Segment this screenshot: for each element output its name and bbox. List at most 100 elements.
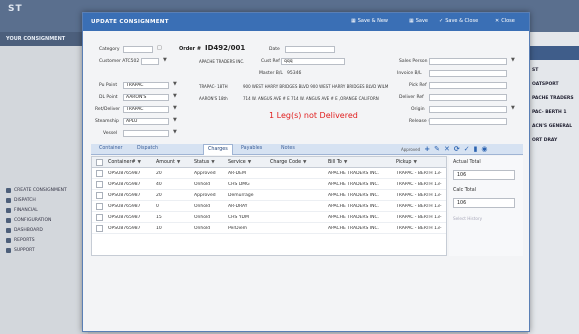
column-header-bill-to[interactable]: Bill To ▼: [328, 160, 347, 165]
filter-icon[interactable]: ▼: [177, 160, 180, 165]
totals-panel: Actual Total 106 Calc Total 106 Select H…: [449, 156, 523, 256]
pu-point-dropdown-icon[interactable]: ▼: [173, 81, 177, 87]
save-new-button[interactable]: ▦ Save & New: [351, 18, 388, 24]
edit-icon[interactable]: ✎: [434, 145, 440, 153]
pickup-code: TRAPAC- 18TH: [199, 84, 228, 89]
date-label: Date: [269, 47, 280, 52]
master-bl-value: 95346: [287, 71, 302, 76]
sales-person-dropdown-icon[interactable]: ▼: [511, 57, 515, 63]
invoice-field[interactable]: [429, 70, 507, 77]
table-cell: APACHE TRADERS INC.: [328, 171, 380, 176]
table-cell: APACHE TRADERS INC.: [328, 193, 380, 198]
approve-icon[interactable]: ✓: [464, 145, 470, 153]
customer-code-field[interactable]: [141, 58, 159, 65]
configuration-icon: [6, 218, 11, 223]
tab-container[interactable]: Container: [99, 146, 122, 151]
table-row[interactable]: OPSU8765987 20 Approved Demurrage APACHE TRA…: [92, 190, 446, 201]
actual-total-field[interactable]: 106: [453, 170, 515, 180]
table-row[interactable]: OPSU8765987 20 Approved AR-DEM APACHE TRADER…: [92, 168, 446, 179]
tab-payables[interactable]: Payables: [241, 146, 262, 151]
row-checkbox[interactable]: [96, 214, 103, 221]
tab-charges[interactable]: Charges: [203, 144, 233, 155]
dashboard-icon: [6, 228, 11, 233]
row-checkbox[interactable]: [96, 203, 103, 210]
calc-total-field[interactable]: 106: [453, 198, 515, 208]
table-row[interactable]: OPSU8765987 0 Onhold AR-DRAY APACHE TRADERS …: [92, 201, 446, 212]
table-cell: CHS DMG: [228, 182, 250, 187]
table-cell: OPSU8765987: [108, 193, 141, 198]
vessel-dropdown-icon[interactable]: ▼: [173, 129, 177, 135]
ret-deliver-select[interactable]: TRAPAC: [123, 106, 169, 113]
filter-icon[interactable]: ▼: [344, 160, 347, 165]
origin-select[interactable]: [429, 106, 507, 113]
table-cell: TRAPAC - BERTH 13-: [396, 226, 442, 231]
sidebar-item-support[interactable]: SUPPORT: [6, 248, 35, 253]
select-all-checkbox[interactable]: [96, 159, 103, 166]
invoice-label: Invoice B/L: [397, 71, 422, 76]
column-header-pickup[interactable]: Pickup ▼: [396, 160, 417, 165]
column-header-status[interactable]: Status ▼: [194, 160, 215, 165]
filter-icon[interactable]: ▼: [303, 160, 306, 165]
column-header-container[interactable]: Container# ▼: [108, 160, 141, 165]
pick-ref-field[interactable]: [429, 82, 507, 89]
release-field[interactable]: [429, 118, 507, 125]
customer-lookup-icon[interactable]: ▼: [163, 57, 167, 63]
table-cell: TRAPAC - BERTH 13-: [396, 193, 442, 198]
table-row[interactable]: OPSU8765987 15 Onhold CHS YDM APACHE TRADERS…: [92, 212, 446, 223]
cust-ref-field[interactable]: qqq: [281, 58, 345, 65]
add-icon[interactable]: +: [424, 145, 430, 153]
row-checkbox[interactable]: [96, 192, 103, 199]
row-checkbox[interactable]: [96, 170, 103, 177]
sales-person-select[interactable]: [429, 58, 507, 65]
steamship-select[interactable]: APLU: [123, 118, 169, 125]
table-row[interactable]: OPSU8765987 40 Onhold CHS DMG APACHE TRADERS…: [92, 179, 446, 190]
cust-ref-label: Cust Ref: [261, 59, 280, 64]
column-header-service[interactable]: Service ▼: [228, 160, 251, 165]
select-history-link[interactable]: Select History: [453, 216, 482, 221]
dl-point-select[interactable]: AARON'S: [123, 94, 169, 101]
deliver-ref-field[interactable]: [429, 94, 507, 101]
filter-icon[interactable]: ▼: [211, 160, 214, 165]
column-header-charge-code[interactable]: Charge Code ▼: [270, 160, 307, 165]
sidebar-item-financial[interactable]: FINANCIAL: [6, 208, 38, 213]
delete-icon[interactable]: ✕: [444, 145, 450, 153]
table-cell: OPSU8765987: [108, 171, 141, 176]
delivery-address: 714 W. ANGUS AVE # E 714 W. ANGUS AVE # …: [243, 96, 379, 101]
close-button[interactable]: ✕ Close: [495, 18, 515, 24]
pu-point-select[interactable]: TRAPAC: [123, 82, 169, 89]
table-row[interactable]: OPSU8765987 10 Onhold PerDiem APACHE TRADERS…: [92, 223, 446, 234]
column-header-amount[interactable]: Amount ▼: [156, 160, 180, 165]
trash-icon[interactable]: ▮: [474, 145, 478, 153]
table-cell: Demurrage: [228, 193, 254, 198]
steamship-dropdown-icon[interactable]: ▼: [173, 117, 177, 123]
sidebar-item-create[interactable]: CREATE CONSIGNMENT: [6, 188, 67, 193]
filter-icon[interactable]: ▼: [413, 160, 416, 165]
table-cell: OPSU8765987: [108, 204, 141, 209]
dl-point-dropdown-icon[interactable]: ▼: [173, 93, 177, 99]
table-cell: OPSU8765987: [108, 226, 141, 231]
save-button[interactable]: ▦ Save: [409, 18, 428, 24]
save-close-button[interactable]: ✓ Save & Close: [439, 18, 478, 24]
ret-deliver-dropdown-icon[interactable]: ▼: [173, 105, 177, 111]
sidebar-item-dispatch[interactable]: DISPATCH: [6, 198, 36, 203]
origin-dropdown-icon[interactable]: ▼: [511, 105, 515, 111]
tab-dispatch[interactable]: Dispatch: [137, 146, 158, 151]
refresh-icon[interactable]: ⟳: [454, 145, 460, 153]
row-checkbox[interactable]: [96, 181, 103, 188]
sidebar-item-configuration[interactable]: CONFIGURATION: [6, 218, 51, 223]
view-icon[interactable]: ◉: [481, 145, 487, 153]
table-cell: 15: [156, 215, 162, 220]
filter-icon[interactable]: ▼: [137, 160, 140, 165]
tab-notes[interactable]: Notes: [281, 146, 295, 151]
category-field[interactable]: [123, 46, 153, 53]
filter-icon[interactable]: ▼: [248, 160, 251, 165]
category-lookup-icon[interactable]: □: [157, 45, 162, 51]
date-field[interactable]: [285, 46, 335, 53]
sidebar-item-reports[interactable]: REPORTS: [6, 238, 35, 243]
dialog-titlebar: UPDATE CONSIGNMENT ▦ Save & New ▦ Save ✓ Sa…: [83, 13, 529, 31]
sidebar-item-dashboard[interactable]: DASHBOARD: [6, 228, 43, 233]
vessel-select[interactable]: [123, 130, 169, 137]
background-list-header: [528, 46, 579, 60]
save-icon: ▦: [409, 18, 414, 24]
row-checkbox[interactable]: [96, 225, 103, 232]
